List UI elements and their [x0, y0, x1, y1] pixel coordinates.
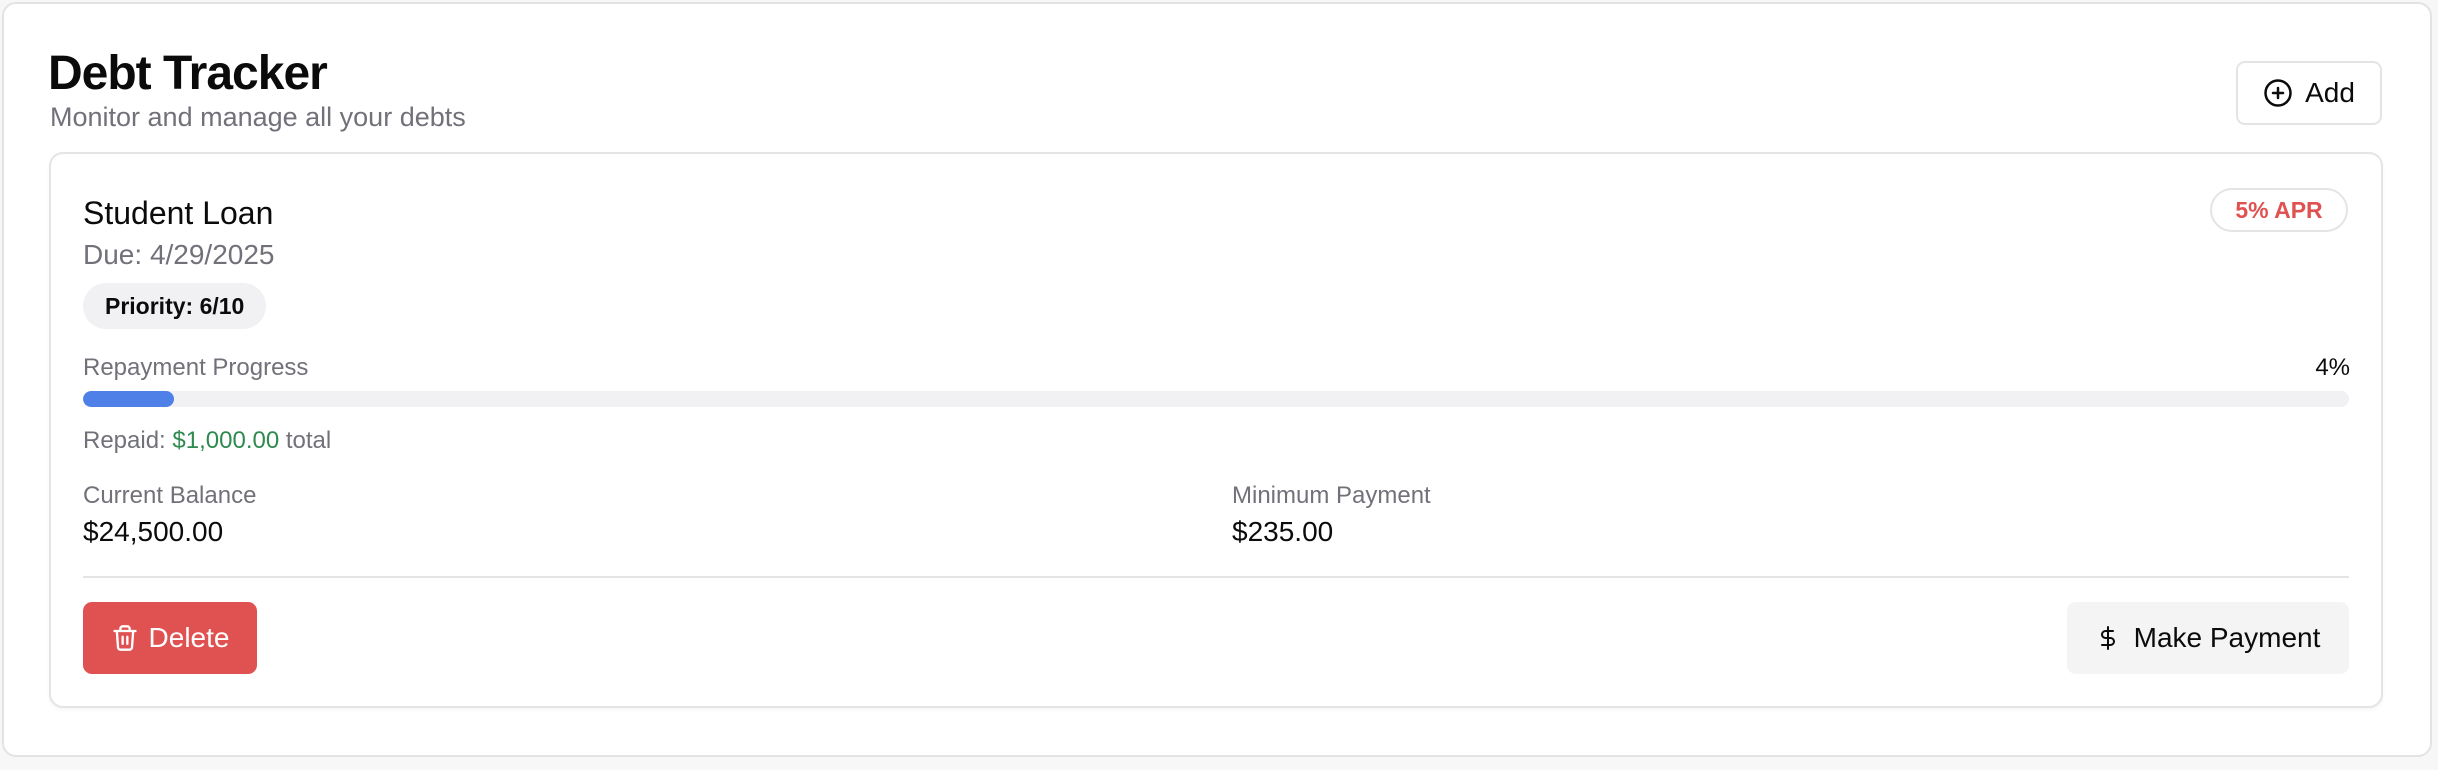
due-prefix: Due: — [83, 239, 143, 270]
progress-bar — [83, 391, 2349, 407]
repaid-suffix: total — [285, 427, 332, 454]
add-debt-button[interactable]: Add — [2236, 61, 2382, 125]
make-payment-button[interactable]: Make Payment — [2067, 602, 2349, 674]
trash-icon — [111, 623, 139, 653]
minimum-payment-label: Minimum Payment — [1232, 482, 1431, 509]
due-date-value: 4/29/2025 — [149, 239, 275, 270]
delete-button[interactable]: Delete — [83, 602, 257, 674]
repaid-summary: Repaid: $1,000.00 total — [83, 425, 331, 457]
debt-card — [49, 152, 2383, 708]
card-divider — [83, 576, 2349, 578]
page-subtitle: Monitor and manage all your debts — [50, 102, 466, 132]
minimum-payment-value: $235.00 — [1232, 516, 1334, 547]
add-button-label: Add — [2305, 77, 2355, 108]
debt-name: Student Loan — [83, 195, 274, 231]
make-payment-label: Make Payment — [2133, 622, 2321, 653]
progress-percent: 4% — [2315, 354, 2350, 381]
priority-badge: Priority: 6/10 — [83, 283, 267, 329]
repaid-amount: $1,000.00 — [172, 427, 280, 454]
current-balance-label: Current Balance — [83, 482, 257, 509]
repaid-prefix: Repaid: — [83, 427, 166, 454]
delete-button-label: Delete — [148, 622, 230, 653]
due-date: Due: 4/29/2025 — [83, 238, 275, 272]
page-title: Debt Tracker — [48, 47, 328, 100]
progress-bar-fill — [83, 391, 174, 407]
progress-label: Repayment Progress — [83, 354, 309, 381]
apr-badge: 5% APR — [2210, 188, 2348, 232]
plus-circle-icon — [2263, 78, 2293, 108]
dollar-sign-icon — [2096, 622, 2120, 654]
current-balance-value: $24,500.00 — [83, 516, 224, 547]
